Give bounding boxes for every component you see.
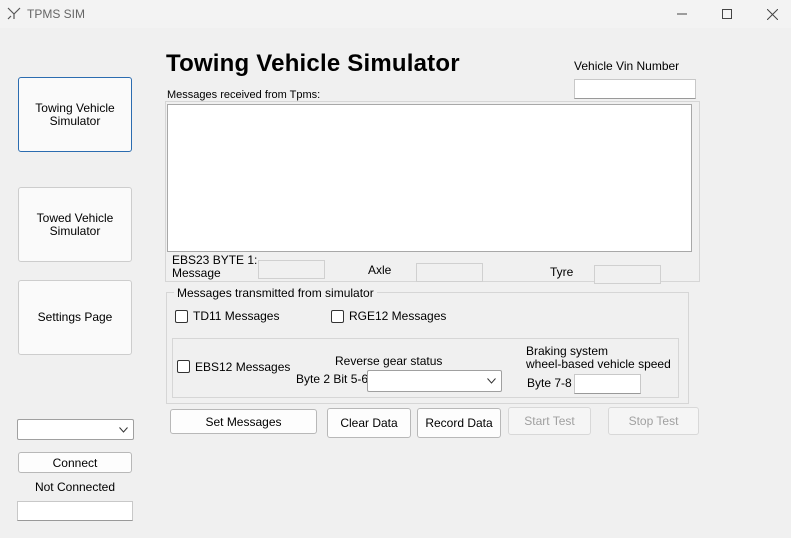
nav-settings-page[interactable]: Settings Page — [18, 280, 132, 355]
stop-test-label: Stop Test — [628, 414, 679, 428]
rge12-checkbox[interactable] — [331, 310, 344, 323]
record-data-button[interactable]: Record Data — [417, 408, 501, 438]
nav-towing-vehicle-simulator[interactable]: Towing Vehicle Simulator — [18, 77, 132, 152]
record-data-label: Record Data — [425, 416, 493, 430]
tyre-label: Tyre — [550, 265, 574, 279]
vehicle-speed-input[interactable] — [574, 374, 641, 394]
ebs12-label: EBS12 Messages — [195, 360, 291, 374]
reverse-gear-select[interactable] — [367, 370, 502, 392]
start-test-label: Start Test — [524, 414, 575, 428]
nav-towing-label: Towing Vehicle Simulator — [35, 100, 115, 128]
axle-label: Axle — [368, 263, 392, 277]
minimize-button[interactable] — [659, 0, 705, 28]
clear-data-button[interactable]: Clear Data — [327, 408, 411, 438]
rge12-label: RGE12 Messages — [349, 309, 447, 323]
window-title: TPMS SIM — [27, 7, 86, 21]
td11-checkbox[interactable] — [175, 310, 188, 323]
set-messages-label: Set Messages — [205, 414, 282, 429]
ebs23-label: EBS23 BYTE 1: Message — [172, 254, 257, 280]
braking-label: Braking system wheel-based vehicle speed — [526, 345, 671, 371]
axle-field — [416, 263, 483, 282]
td11-label: TD11 Messages — [193, 309, 280, 323]
nav-settings-label: Settings Page — [37, 310, 113, 324]
stop-test-button[interactable]: Stop Test — [608, 407, 699, 435]
received-label: Messages received from Tpms: — [167, 89, 321, 101]
minimize-icon — [677, 13, 687, 15]
start-test-button[interactable]: Start Test — [508, 407, 591, 435]
byte-2-bit-label: Byte 2 Bit 5-6 — [296, 372, 369, 386]
ebs23-message-field — [258, 260, 325, 279]
vin-input[interactable] — [574, 79, 696, 99]
tyre-field — [594, 265, 661, 284]
chevron-down-icon — [119, 426, 128, 433]
nav-towed-label: Towed Vehicle Simulator — [36, 210, 114, 238]
port-select[interactable] — [17, 419, 134, 440]
status-field — [17, 501, 133, 521]
vin-label: Vehicle Vin Number — [574, 59, 680, 73]
ebs12-checkbox[interactable] — [177, 360, 190, 373]
ebs23-label-line2: Message — [172, 266, 221, 280]
nav-towed-vehicle-simulator[interactable]: Towed Vehicle Simulator — [18, 187, 132, 262]
connect-button[interactable]: Connect — [18, 452, 132, 473]
byte-7-8-label: Byte 7-8 — [527, 376, 572, 390]
page-title: Towing Vehicle Simulator — [166, 50, 460, 77]
app-logo-icon — [7, 7, 21, 20]
close-icon — [766, 8, 778, 20]
close-button[interactable] — [749, 0, 791, 28]
maximize-icon — [722, 9, 732, 19]
connect-button-label: Connect — [52, 455, 98, 470]
braking-label-line2: wheel-based vehicle speed — [526, 357, 671, 371]
reverse-gear-label: Reverse gear status — [335, 354, 443, 368]
set-messages-button[interactable]: Set Messages — [170, 409, 317, 434]
transmitted-group-label: Messages transmitted from simulator — [174, 286, 377, 300]
received-messages-textarea[interactable] — [167, 104, 692, 252]
clear-data-label: Clear Data — [340, 416, 398, 430]
maximize-button[interactable] — [704, 0, 750, 28]
connection-status: Not Connected — [34, 480, 116, 494]
chevron-down-icon — [487, 378, 496, 384]
